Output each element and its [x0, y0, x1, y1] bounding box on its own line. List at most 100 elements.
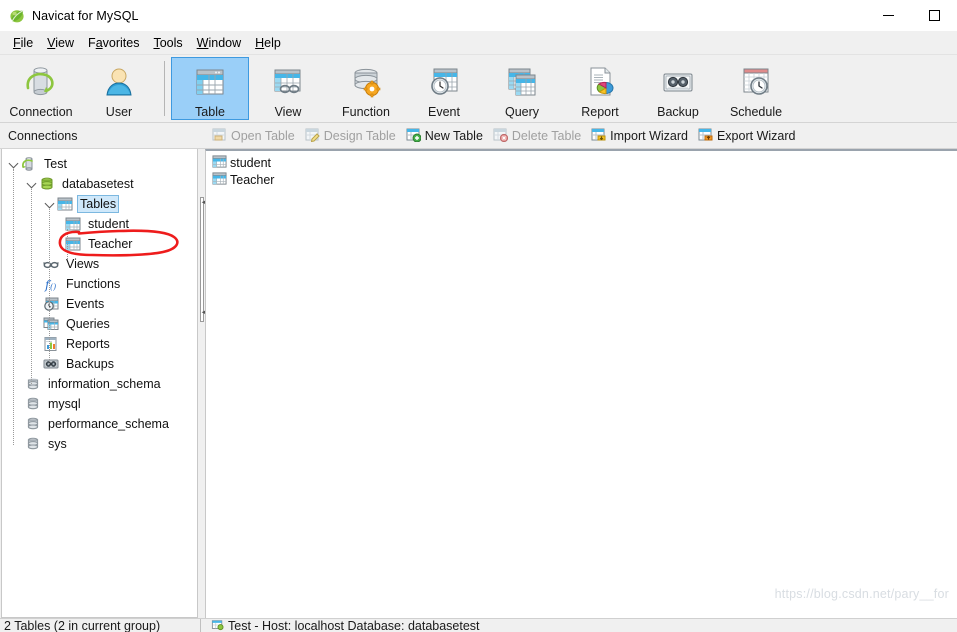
toolbar-button-query[interactable]: Query — [483, 57, 561, 120]
connection-icon — [24, 63, 58, 103]
toolbar-label: Event — [428, 105, 460, 119]
tree-node-label: databasetest — [62, 177, 134, 191]
menu-window[interactable]: Window — [190, 34, 248, 52]
navicat-leaf-icon — [9, 8, 25, 24]
tree-node-label: Teacher — [88, 237, 133, 251]
import-wizard-button[interactable]: Import Wizard — [587, 125, 694, 147]
design-table-icon — [305, 127, 320, 145]
menu-favorites[interactable]: Favorites — [81, 34, 146, 52]
list-item[interactable]: Teacher — [210, 171, 957, 188]
database-gray-icon — [24, 376, 42, 392]
database-gray-icon — [24, 436, 42, 452]
open-table-icon — [212, 127, 227, 145]
list-item-label: Teacher — [230, 172, 275, 187]
toolbar-button-user[interactable]: User — [80, 57, 158, 120]
action-label: Delete Table — [511, 128, 582, 143]
object-list-panel: student Teacher https://blog.csdn.net/pa… — [205, 149, 957, 618]
toolbar-separator — [164, 61, 165, 116]
toolbar-button-view[interactable]: View — [249, 57, 327, 120]
table-icon — [193, 63, 227, 103]
open-table-button[interactable]: Open Table — [208, 125, 301, 147]
minimize-button[interactable] — [865, 0, 911, 31]
view-icon — [271, 63, 305, 103]
window-title: Navicat for MySQL — [32, 8, 139, 23]
window-controls — [865, 0, 957, 31]
table-node-icon — [212, 171, 227, 189]
toolbar-button-report[interactable]: Report — [561, 57, 639, 120]
menu-bar: File View Favorites Tools Window Help — [0, 31, 957, 55]
toolbar-label: Query — [504, 105, 540, 119]
tree-node-label: performance_schema — [48, 417, 169, 431]
tree-node-label: mysql — [48, 397, 81, 411]
import-wizard-icon — [591, 127, 606, 145]
menu-help[interactable]: Help — [248, 34, 288, 52]
toolbar-label: Report — [581, 105, 619, 119]
maximize-icon — [928, 10, 940, 21]
menu-view[interactable]: View — [40, 34, 81, 52]
splitter-handle[interactable] — [200, 197, 204, 322]
table-node-icon — [212, 154, 227, 172]
tree-node-label: Queries — [66, 317, 110, 331]
tree-node-label: sys — [48, 437, 67, 451]
export-wizard-button[interactable]: Export Wizard — [694, 125, 802, 147]
toolbar-button-connection[interactable]: Connection — [2, 57, 80, 120]
tree-node-mysql[interactable]: mysql — [2, 394, 197, 414]
tree-guide-line — [67, 229, 68, 259]
panel-splitter[interactable]: ◄ ◄ — [198, 149, 207, 618]
connections-tree: Test databasetest Tables student Teacher… — [2, 149, 197, 454]
menu-file[interactable]: File — [6, 34, 40, 52]
database-icon — [38, 176, 56, 192]
toolbar-button-table[interactable]: Table — [171, 57, 249, 120]
toolbar-button-function[interactable]: Function — [327, 57, 405, 120]
tree-node-label: Reports — [66, 337, 110, 351]
splitter-collapse-right-icon[interactable]: ◄ — [201, 310, 207, 316]
tables-icon — [56, 196, 74, 212]
tree-node-label: information_schema — [48, 377, 161, 391]
splitter-collapse-left-icon[interactable]: ◄ — [201, 200, 207, 206]
design-table-button[interactable]: Design Table — [301, 125, 402, 147]
toolbar-button-schedule[interactable]: Schedule — [717, 57, 795, 120]
queries-icon — [42, 316, 60, 332]
tree-guide-line — [49, 209, 50, 364]
navicat-window: Navicat for MySQL File View Favorites To… — [0, 0, 957, 632]
functions-icon: f () — [42, 276, 60, 292]
toolbar-label: View — [274, 105, 302, 119]
list-item[interactable]: student — [210, 154, 957, 171]
toolbar-button-backup[interactable]: Backup — [639, 57, 717, 120]
views-icon — [42, 256, 60, 272]
connection-node-icon — [20, 156, 38, 172]
tree-node-label: Test — [44, 157, 67, 171]
tree-node-label: Tables — [77, 195, 120, 213]
tree-node-label: Views — [66, 257, 100, 271]
function-icon — [349, 63, 383, 103]
tree-node-performance-schema[interactable]: performance_schema — [2, 414, 197, 434]
main-body: Test databasetest Tables student Teacher… — [0, 149, 957, 618]
tree-node-test[interactable]: Test — [2, 154, 197, 174]
tree-node-sys[interactable]: sys — [2, 434, 197, 454]
table-actions: Open Table Design Table New Table Delete… — [200, 123, 957, 148]
menu-tools[interactable]: Tools — [146, 34, 189, 52]
tree-guide-line — [31, 189, 32, 384]
query-icon — [505, 63, 539, 103]
tree-node-label: Events — [66, 297, 105, 311]
events-icon — [42, 296, 60, 312]
tree-node-label: Functions — [66, 277, 121, 291]
backup-icon — [661, 63, 695, 103]
connections-header: Connections — [0, 123, 200, 148]
status-bar: 2 Tables (2 in current group) Test - Hos… — [0, 618, 957, 632]
action-label: Design Table — [323, 128, 396, 143]
delete-table-icon — [493, 127, 509, 145]
toolbar-button-event[interactable]: Event — [405, 57, 483, 120]
user-icon — [102, 63, 136, 103]
report-icon — [583, 63, 617, 103]
status-object-count: 2 Tables (2 in current group) — [4, 619, 161, 632]
maximize-button[interactable] — [911, 0, 957, 31]
new-table-button[interactable]: New Table — [402, 125, 489, 147]
backups-icon — [42, 356, 60, 372]
tree-node-label: Backups — [66, 357, 114, 371]
action-label: Export Wizard — [716, 128, 796, 143]
delete-table-button[interactable]: Delete Table — [489, 125, 587, 147]
watermark-text: https://blog.csdn.net/pary__for — [774, 587, 949, 601]
export-wizard-icon — [698, 127, 713, 145]
action-label: Import Wizard — [610, 128, 688, 143]
